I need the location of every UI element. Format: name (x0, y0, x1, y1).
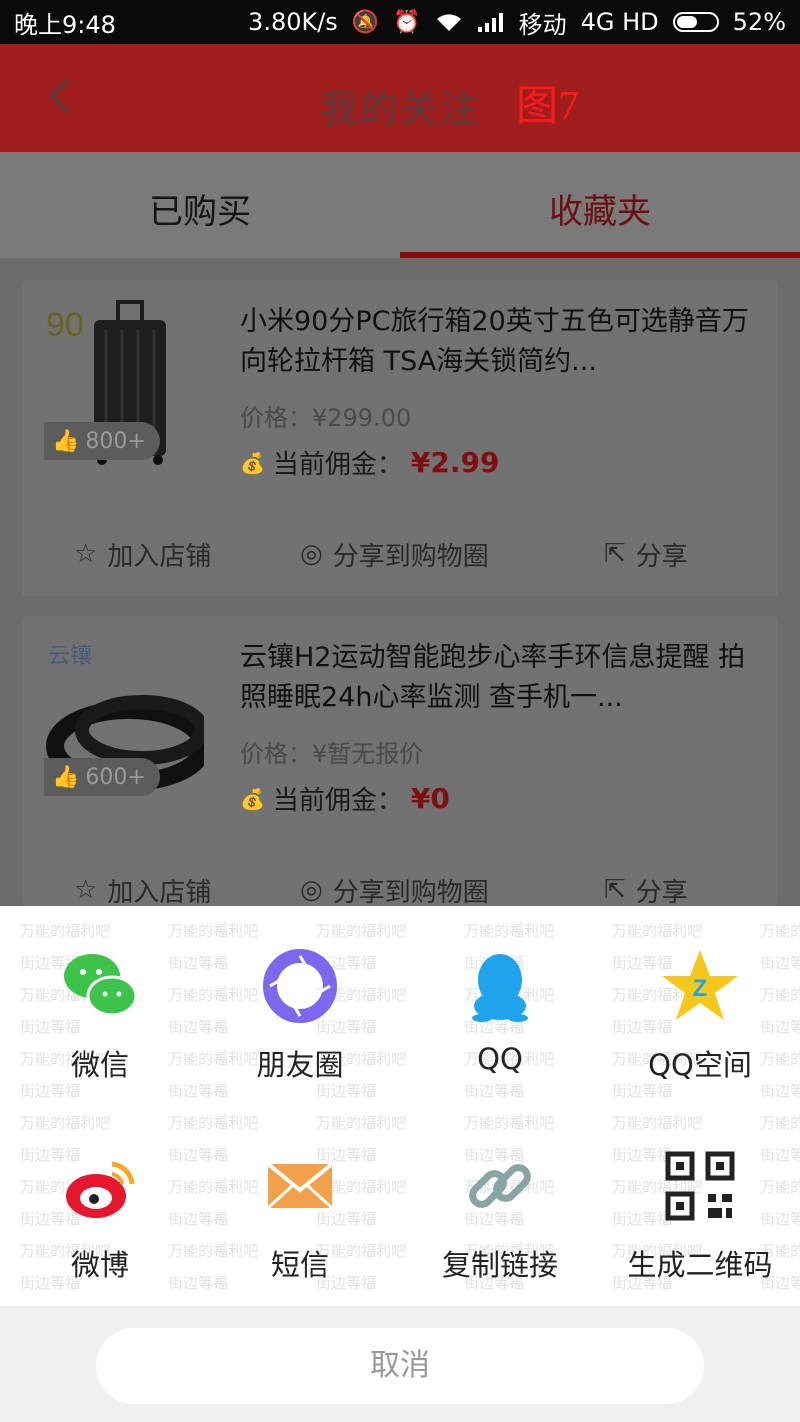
cancel-button[interactable]: 取消 (96, 1328, 704, 1404)
share-icon: ⇱ (604, 539, 626, 569)
weibo-icon (66, 1161, 135, 1218)
share-label: 分享 (635, 877, 688, 908)
commission-value: ¥2.99 (410, 446, 500, 479)
alarm-icon: ⏰ (393, 9, 421, 35)
mute-icon: 🔕 (351, 9, 380, 35)
add-store-label: 加入店铺 (107, 541, 212, 572)
item-title[interactable]: 云镶H2运动智能跑步心率手环信息提醒 拍照睡眠24h心率监测 查手机一... (240, 638, 760, 718)
share-circle-label: 分享到购物圈 (332, 877, 489, 908)
share-label: 微博 (70, 1248, 129, 1282)
like-badge: 👍 800+ (44, 422, 160, 460)
qq-icon (472, 954, 528, 1022)
status-bar: 晚上9:48 3.80K/s 🔕 ⏰ 移动 4G HD 52% (0, 0, 800, 44)
thumbs-up-icon: 👍 (52, 428, 80, 454)
share-copy-link[interactable]: 复制链接 (400, 1116, 600, 1306)
like-count: 600+ (85, 764, 146, 790)
list-item[interactable]: 90 👍 800+ 小米90分PC旅行箱20英寸五色可选静音万向轮拉杆箱 TSA… (22, 280, 778, 596)
item-price: 价格：¥299.00 (240, 404, 412, 432)
add-store-label: 加入店铺 (107, 877, 212, 908)
commission-label: 当前佣金： (272, 786, 403, 816)
figure-label: 图7 (516, 84, 580, 130)
network-type: 4G HD (580, 8, 659, 36)
cancel-bar: 取消 (0, 1306, 800, 1422)
list-item[interactable]: 云镶 👍 600+ 云镶H2运动智能跑步心率手环信息提醒 拍照睡眠24h心率监测… (22, 616, 778, 908)
money-bag-icon: 💰 (240, 450, 265, 475)
share-label: 生成二维码 (627, 1248, 773, 1282)
circle-icon: ◎ (300, 539, 323, 569)
share-sms[interactable]: 短信 (200, 1116, 400, 1306)
qzone-icon: Z (662, 950, 738, 1020)
add-store-button[interactable]: ☆ 加入店铺 (74, 530, 211, 578)
item-commission: 💰 当前佣金： ¥0 (240, 780, 450, 817)
share-button[interactable]: ⇱ 分享 (604, 530, 688, 578)
app-bar: 我的关注 图7 (0, 44, 800, 152)
carrier-name: 移动 (518, 10, 567, 39)
share-qq[interactable]: QQ (400, 916, 600, 1106)
favorites-list: 90 👍 800+ 小米90分PC旅行箱20英寸五色可选静音万向轮拉杆箱 TSA… (0, 258, 800, 908)
share-label: 复制链接 (441, 1248, 558, 1282)
tab-bar: 已购买 收藏夹 (0, 152, 800, 258)
share-qrcode[interactable]: 生成二维码 (600, 1116, 800, 1306)
share-label: 朋友圈 (256, 1048, 344, 1082)
share-wechat[interactable]: 微信 (0, 916, 200, 1106)
qrcode-icon (665, 1151, 735, 1221)
sms-icon (266, 1162, 334, 1210)
link-icon (469, 1164, 531, 1208)
moments-icon (263, 949, 337, 1023)
battery-percent: 52% (732, 8, 786, 36)
battery-fill (676, 16, 697, 28)
item-commission: 💰 当前佣金： ¥2.99 (240, 444, 500, 481)
like-badge: 👍 600+ (44, 758, 160, 796)
commission-value: ¥0 (410, 782, 450, 815)
item-title[interactable]: 小米90分PC旅行箱20英寸五色可选静音万向轮拉杆箱 TSA海关锁简约... (240, 302, 760, 382)
share-label: QQ空间 (648, 1048, 752, 1082)
tab-favorites[interactable]: 收藏夹 (400, 152, 800, 258)
share-label: 微信 (70, 1048, 129, 1082)
wifi-icon (436, 14, 461, 31)
status-time: 晚上9:48 (14, 10, 116, 39)
item-price: 价格：¥暂无报价 (240, 740, 424, 768)
signal-icon (477, 13, 503, 32)
page-title: 我的关注 (319, 87, 480, 131)
circle-icon: ◎ (300, 875, 323, 905)
commission-label: 当前佣金： (272, 450, 403, 480)
status-right: 3.80K/s 🔕 ⏰ 移动 4G HD 52% (248, 5, 786, 40)
share-label: 分享 (635, 541, 688, 572)
share-circle-label: 分享到购物圈 (332, 541, 489, 572)
money-bag-icon: 💰 (240, 786, 265, 811)
wechat-icon (64, 954, 138, 1017)
share-weibo[interactable]: 微博 (0, 1116, 200, 1306)
share-label: 短信 (270, 1248, 329, 1282)
battery-icon (672, 12, 719, 32)
share-qzone[interactable]: Z QQ空间 (600, 916, 800, 1106)
like-count: 800+ (85, 428, 146, 454)
star-icon: ☆ (74, 539, 98, 569)
star-icon: ☆ (74, 875, 98, 905)
share-label: QQ (477, 1042, 523, 1076)
share-moments[interactable]: 朋友圈 (200, 916, 400, 1106)
brand-logo: 90 (46, 306, 84, 344)
item-actions: ☆ 加入店铺 ◎ 分享到购物圈 ⇱ 分享 (22, 530, 778, 578)
share-circle-button[interactable]: ◎ 分享到购物圈 (300, 530, 489, 578)
share-sheet: 万能的福利吧万能的福利吧万能的福利吧万能的福利吧万能的福利吧万能的福利吧街边等福… (0, 906, 800, 1422)
brand-logo: 云镶 (48, 644, 93, 669)
tab-purchased[interactable]: 已购买 (0, 152, 400, 258)
thumbs-up-icon: 👍 (52, 764, 80, 790)
network-speed: 3.80K/s (248, 8, 338, 36)
svg-text:Z: Z (693, 975, 708, 1002)
share-icon: ⇱ (604, 875, 626, 905)
